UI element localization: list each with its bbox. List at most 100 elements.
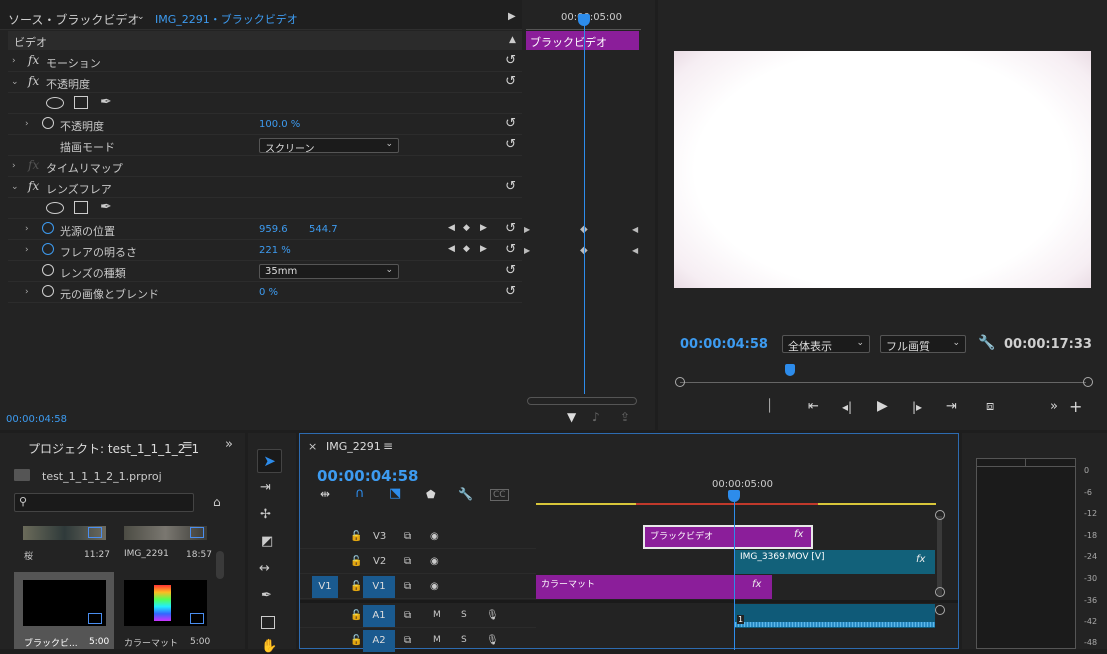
program-video-frame[interactable] — [674, 51, 1091, 288]
fx-icon[interactable]: fx — [28, 179, 39, 193]
search-input[interactable] — [14, 493, 194, 512]
snap-insert-icon[interactable]: ⇹ — [320, 487, 330, 501]
new-bin-icon[interactable]: ⌂ — [213, 495, 221, 509]
expand-panels-icon[interactable]: » — [225, 437, 233, 452]
stopwatch-icon[interactable] — [42, 264, 54, 276]
effect-row-motion[interactable]: › fx モーション ↺ — [8, 51, 522, 72]
scroll-handle[interactable] — [935, 587, 945, 597]
ripple-edit-tool-icon[interactable]: ✢ — [260, 507, 271, 522]
audio-scrub-icon[interactable]: ♪ — [592, 410, 600, 424]
reset-icon[interactable]: ↺ — [505, 242, 516, 257]
track-label-a1[interactable]: A1 — [363, 605, 395, 627]
reset-icon[interactable]: ↺ — [505, 137, 516, 152]
sync-lock-icon[interactable]: ⧉ — [404, 581, 411, 592]
captions-icon[interactable]: CC — [490, 489, 509, 501]
collapse-triangle-icon[interactable]: ▲ — [509, 35, 516, 45]
track-select-tool-icon[interactable]: ⇥ — [260, 480, 271, 495]
keyframe-add-icon[interactable]: ◆ — [463, 223, 470, 233]
sync-lock-icon[interactable]: ⧉ — [404, 556, 411, 567]
effect-row-opacity[interactable]: ⌄ fx 不透明度 ↺ — [8, 72, 522, 93]
property-row-opacity[interactable]: › 不透明度 100.0 % ↺ — [8, 114, 522, 135]
snap-icon[interactable]: ∩ — [355, 486, 365, 501]
play-icon[interactable]: ▶ — [877, 398, 888, 414]
reset-icon[interactable]: ↺ — [505, 74, 516, 89]
slip-tool-icon[interactable]: ↔ — [259, 561, 270, 576]
eye-icon[interactable]: ◉ — [430, 556, 439, 567]
pen-mask-icon[interactable]: ✒ — [100, 199, 112, 215]
razor-tool-icon[interactable]: ◩ — [261, 534, 273, 549]
panel-menu-icon[interactable]: ≡ — [383, 439, 393, 453]
reset-icon[interactable]: ↺ — [505, 53, 516, 68]
chevron-right-icon[interactable]: › — [25, 245, 29, 255]
microphone-icon[interactable]: 🎙 — [486, 635, 499, 646]
eye-icon[interactable]: ◉ — [430, 581, 439, 592]
scroll-handle[interactable] — [935, 605, 945, 615]
keyframe-prev-icon[interactable]: ◀ — [448, 223, 455, 233]
export-icon[interactable]: ⇪ — [620, 410, 630, 424]
lock-icon[interactable]: 🔓 — [350, 581, 362, 592]
close-icon[interactable]: × — [308, 440, 317, 453]
keyframe-prev-icon[interactable]: ◀ — [448, 244, 455, 254]
mini-playhead-handle[interactable] — [578, 14, 590, 26]
lock-icon[interactable]: 🔓 — [350, 531, 362, 542]
clip-img3369[interactable]: IMG_3369.MOV [V] — [735, 550, 935, 574]
ellipse-mask-icon[interactable] — [46, 97, 64, 109]
tab-source[interactable]: ソース・ブラックビデオ — [8, 11, 139, 28]
zoom-dropdown[interactable]: 全体表示 ⌄ — [782, 335, 870, 353]
scrollbar[interactable] — [216, 551, 224, 579]
chevron-right-icon[interactable]: › — [25, 119, 29, 129]
timeline-playhead-handle[interactable] — [728, 490, 740, 502]
go-to-in-icon[interactable]: ⇤ — [808, 399, 819, 414]
timeline-timecode[interactable]: 00:00:04:58 — [317, 467, 419, 485]
wrench-icon[interactable]: 🔧 — [458, 487, 473, 501]
property-row-blend-original[interactable]: › 元の画像とブレンド 0 % ↺ — [8, 282, 522, 303]
reset-icon[interactable]: ↺ — [505, 284, 516, 299]
track-label-v1[interactable]: V1 — [363, 576, 395, 598]
blend-original-value[interactable]: 0 % — [259, 287, 278, 298]
chevron-right-icon[interactable]: › — [25, 287, 29, 297]
clip-color-matte[interactable]: カラーマット — [536, 575, 772, 599]
rectangle-tool-icon[interactable] — [261, 616, 275, 629]
eye-icon[interactable]: ◉ — [430, 531, 439, 542]
step-back-icon[interactable]: ◂| — [842, 400, 852, 414]
reset-icon[interactable]: ↺ — [505, 221, 516, 236]
quality-dropdown[interactable]: フル画質 ⌄ — [880, 335, 966, 353]
panel-menu-icon[interactable]: ≡ — [182, 438, 193, 453]
program-current-time[interactable]: 00:00:04:58 — [680, 337, 768, 352]
hand-tool-icon[interactable]: ✋ — [261, 639, 277, 654]
sync-lock-icon[interactable]: ⧉ — [404, 531, 411, 542]
video-audio-divider[interactable] — [300, 600, 958, 603]
more-icon[interactable]: » — [1050, 399, 1058, 414]
chevron-right-icon[interactable]: › — [25, 224, 29, 234]
stopwatch-icon[interactable] — [42, 285, 54, 297]
scroll-handle[interactable] — [935, 510, 945, 520]
stopwatch-icon[interactable] — [42, 243, 54, 255]
pen-mask-icon[interactable]: ✒ — [100, 94, 112, 110]
rectangle-mask-icon[interactable] — [74, 96, 88, 109]
fx-icon[interactable]: fx — [28, 74, 39, 88]
opacity-value[interactable]: 100.0 % — [259, 119, 300, 130]
add-button-icon[interactable]: + — [1069, 397, 1082, 416]
mark-in-icon[interactable]: ⏐ — [766, 399, 773, 414]
program-scrub-bar[interactable] — [680, 382, 1086, 383]
reset-icon[interactable]: ↺ — [505, 263, 516, 278]
chevron-down-icon[interactable]: ⌄ — [137, 12, 145, 22]
selection-tool-icon[interactable]: ➤ — [257, 449, 282, 473]
keyframe-next-icon[interactable]: ▶ — [480, 244, 487, 254]
go-to-out-icon[interactable]: ⇥ — [946, 399, 957, 414]
chevron-right-icon[interactable]: › — [12, 56, 16, 66]
sync-lock-icon[interactable]: ⧉ — [404, 610, 411, 621]
property-row-flare-center[interactable]: › 光源の位置 959.6 544.7 ◀ ◆ ▶ ↺ — [8, 219, 522, 240]
flare-center-y[interactable]: 544.7 — [309, 224, 338, 235]
scrub-start-handle[interactable] — [675, 377, 685, 387]
stopwatch-icon[interactable] — [42, 222, 54, 234]
chevron-down-icon[interactable]: ⌄ — [11, 77, 19, 87]
program-playhead[interactable] — [785, 364, 795, 376]
solo-button[interactable]: S — [461, 610, 467, 620]
wrench-icon[interactable]: 🔧 — [978, 335, 995, 351]
mute-button[interactable]: M — [433, 610, 441, 620]
scrub-end-handle[interactable] — [1083, 377, 1093, 387]
lock-icon[interactable]: 🔓 — [350, 556, 362, 567]
keyframe-add-icon[interactable]: ◆ — [463, 244, 470, 254]
lock-icon[interactable]: 🔓 — [350, 610, 362, 621]
